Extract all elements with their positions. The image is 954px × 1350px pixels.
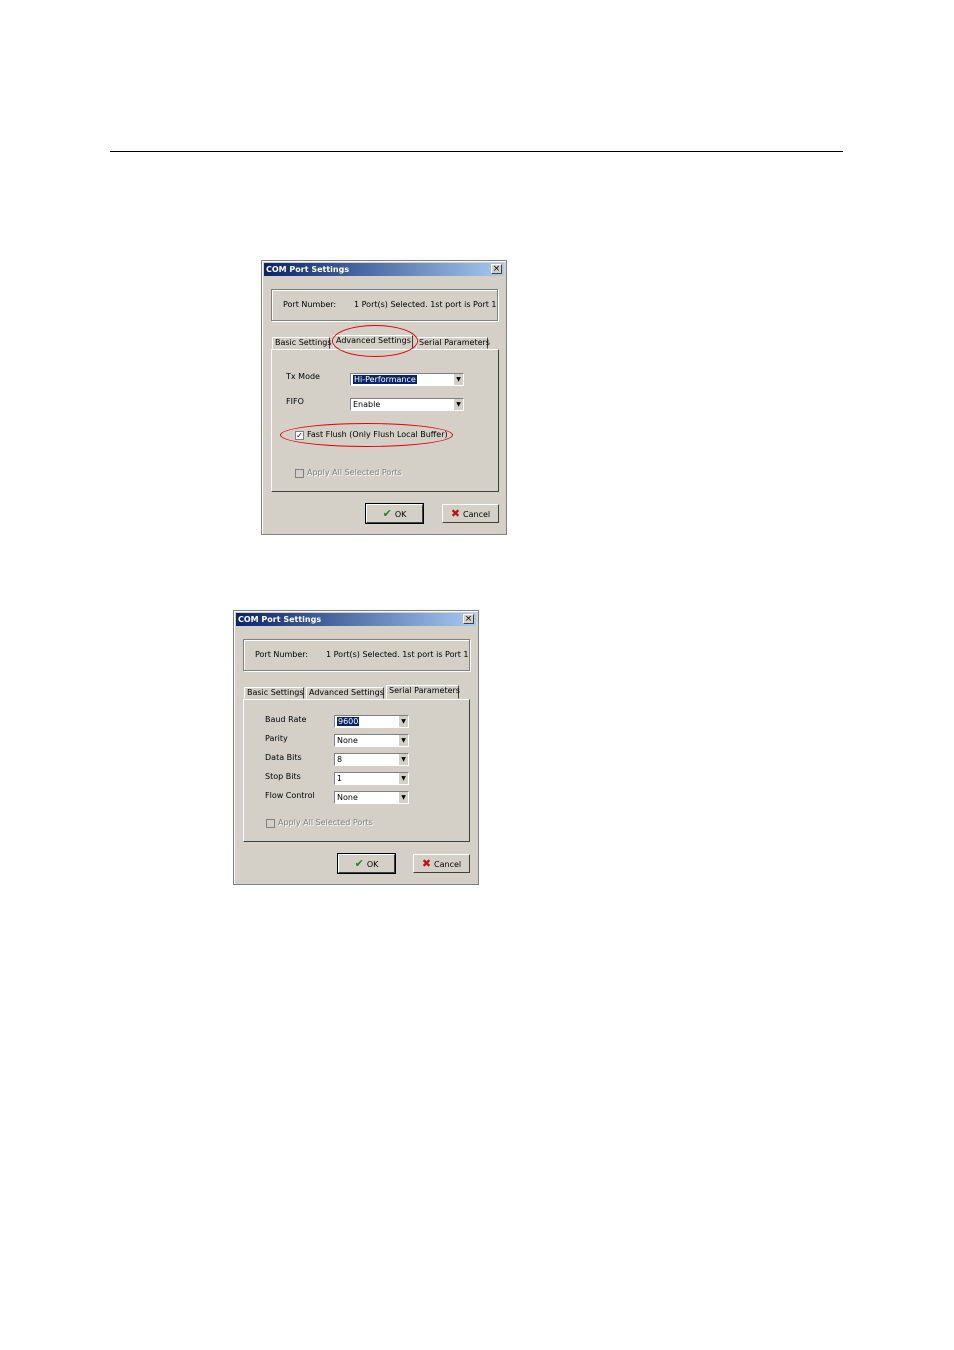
tab-basic-settings[interactable]: Basic Settings [244, 687, 304, 699]
baud-rate-select[interactable]: 9600 ▼ [334, 715, 409, 728]
baud-rate-label: Baud Rate [265, 715, 307, 724]
tab-serial-parameters[interactable]: Serial Parameters [416, 337, 490, 349]
tab-serial-parameters[interactable]: Serial Parameters [386, 685, 460, 699]
cancel-button[interactable]: ✖ Cancel [413, 854, 470, 873]
port-number-box: Port Number: 1 Port(s) Selected. 1st por… [243, 639, 470, 671]
serial-parameters-panel: Baud Rate 9600 ▼ Parity None ▼ Data Bits… [243, 699, 470, 842]
apply-all-label: Apply All Selected Ports [278, 818, 373, 827]
ok-button[interactable]: ✔ OK [337, 853, 396, 874]
baud-rate-value: 9600 [335, 716, 361, 727]
dropdown-arrow-icon[interactable]: ▼ [398, 754, 408, 765]
dropdown-arrow-icon[interactable]: ▼ [453, 399, 463, 410]
fifo-label: FIFO [286, 397, 304, 406]
fast-flush-label: Fast Flush (Only Flush Local Buffer) [307, 430, 448, 439]
parity-value: None [337, 736, 358, 745]
data-bits-select[interactable]: 8 ▼ [334, 753, 409, 766]
advanced-settings-panel: Tx Mode Hi-Performance ▼ FIFO Enable ▼ ✓… [271, 349, 499, 492]
data-bits-label: Data Bits [265, 753, 302, 762]
checkmark-icon: ✔ [382, 507, 392, 520]
title-bar[interactable]: COM Port Settings × [264, 263, 504, 276]
port-number-box: Port Number: 1 Port(s) Selected. 1st por… [271, 289, 498, 321]
apply-all-checkbox[interactable] [295, 469, 304, 478]
x-icon: ✖ [450, 507, 461, 520]
fifo-select[interactable]: Enable ▼ [350, 398, 464, 411]
dropdown-arrow-icon[interactable]: ▼ [398, 792, 408, 803]
data-bits-value: 8 [337, 755, 343, 764]
close-icon[interactable]: × [491, 264, 502, 274]
dialog-title: COM Port Settings [266, 265, 350, 274]
fifo-value: Enable [353, 400, 381, 409]
parity-select[interactable]: None ▼ [334, 734, 409, 747]
fast-flush-checkbox[interactable]: ✓ [295, 431, 304, 440]
tx-mode-select[interactable]: Hi-Performance ▼ [350, 373, 464, 386]
stop-bits-select[interactable]: 1 ▼ [334, 772, 409, 785]
stop-bits-value: 1 [337, 774, 343, 783]
port-number-label: Port Number: [283, 300, 337, 309]
flow-control-value: None [337, 793, 358, 802]
port-number-value: 1 Port(s) Selected. 1st port is Port 1 [354, 300, 497, 309]
stop-bits-label: Stop Bits [265, 772, 301, 781]
tab-advanced-settings[interactable]: Advanced Settings [333, 335, 413, 349]
com-port-settings-dialog-advanced: COM Port Settings × Port Number: 1 Port(… [261, 260, 507, 535]
title-bar[interactable]: COM Port Settings × [236, 613, 476, 626]
close-icon[interactable]: × [463, 614, 474, 624]
tx-mode-label: Tx Mode [286, 372, 320, 381]
dropdown-arrow-icon[interactable]: ▼ [398, 735, 408, 746]
tab-advanced-settings[interactable]: Advanced Settings [306, 687, 384, 699]
apply-all-label: Apply All Selected Ports [307, 468, 402, 477]
flow-control-label: Flow Control [265, 791, 315, 800]
dialog-title: COM Port Settings [238, 615, 322, 624]
parity-label: Parity [265, 734, 288, 743]
cancel-button[interactable]: ✖ Cancel [442, 504, 499, 523]
port-number-label: Port Number: [255, 650, 309, 659]
dropdown-arrow-icon[interactable]: ▼ [398, 716, 408, 727]
port-number-value: 1 Port(s) Selected. 1st port is Port 1 [326, 650, 469, 659]
x-icon: ✖ [421, 857, 432, 870]
tx-mode-value: Hi-Performance [352, 374, 418, 385]
checkmark-icon: ✔ [354, 857, 364, 870]
apply-all-checkbox[interactable] [266, 819, 275, 828]
dropdown-arrow-icon[interactable]: ▼ [453, 374, 463, 385]
flow-control-select[interactable]: None ▼ [334, 791, 409, 804]
com-port-settings-dialog-serial: COM Port Settings × Port Number: 1 Port(… [233, 610, 479, 885]
tab-basic-settings[interactable]: Basic Settings [272, 337, 332, 349]
ok-button[interactable]: ✔ OK [365, 503, 424, 524]
dropdown-arrow-icon[interactable]: ▼ [398, 773, 408, 784]
page-header-rule [110, 151, 843, 152]
